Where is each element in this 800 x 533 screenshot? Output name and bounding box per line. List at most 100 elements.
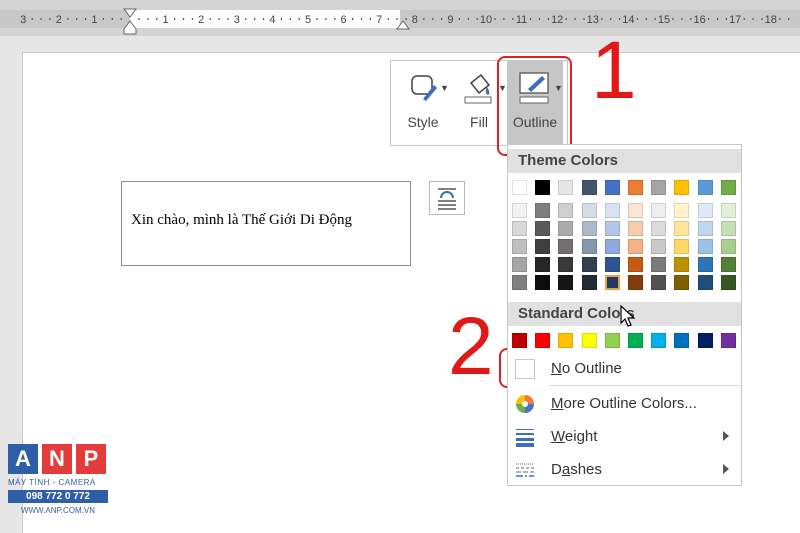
theme-color-swatch[interactable] <box>581 180 597 195</box>
logo-letter-n: N <box>42 444 72 474</box>
theme-color-shade-swatch[interactable] <box>512 257 527 272</box>
theme-color-shade-swatch[interactable] <box>581 275 597 290</box>
theme-color-shade-swatch[interactable] <box>558 239 574 254</box>
theme-color-shade-swatch[interactable] <box>720 239 736 254</box>
hanging-indent-marker[interactable] <box>123 20 137 35</box>
theme-color-shade-swatch[interactable] <box>512 239 527 254</box>
theme-color-shade-swatch[interactable] <box>604 275 620 290</box>
standard-color-swatch[interactable] <box>674 333 690 348</box>
standard-color-swatch[interactable] <box>651 333 667 348</box>
standard-color-swatch[interactable] <box>604 333 620 348</box>
more-outline-colors-item[interactable]: More Outline Colors... <box>508 389 741 419</box>
weight-label: Weight <box>551 428 598 445</box>
theme-color-shade-swatch[interactable] <box>628 257 643 272</box>
theme-color-shade-swatch[interactable] <box>558 257 574 272</box>
text-box[interactable]: Xin chào, mình là Thế Giới Di Động <box>121 181 411 266</box>
style-label: Style <box>407 114 439 130</box>
theme-color-shade-swatch[interactable] <box>720 257 736 272</box>
theme-color-shade-swatch[interactable] <box>535 275 551 290</box>
right-indent-marker[interactable] <box>396 20 410 30</box>
theme-color-swatch[interactable] <box>674 180 690 195</box>
theme-color-shade-swatch[interactable] <box>535 203 551 218</box>
theme-color-shade-swatch[interactable] <box>674 275 690 290</box>
style-caret-icon[interactable]: ▼ <box>440 83 449 93</box>
ruler-tick <box>263 18 265 20</box>
theme-color-shade-swatch[interactable] <box>651 257 667 272</box>
theme-color-swatch[interactable] <box>697 180 713 195</box>
theme-color-shade-swatch[interactable] <box>674 239 690 254</box>
theme-color-swatch[interactable] <box>558 180 574 195</box>
theme-color-shade-swatch[interactable] <box>604 203 620 218</box>
standard-color-swatch[interactable] <box>558 333 574 348</box>
ruler-tick <box>76 18 78 20</box>
style-button[interactable]: ▼ Style <box>395 61 451 145</box>
ruler-number: 15 <box>658 14 670 26</box>
theme-color-shade-swatch[interactable] <box>535 239 551 254</box>
theme-color-swatch[interactable] <box>512 180 527 195</box>
standard-color-swatch[interactable] <box>512 333 527 348</box>
ruler-number: 8 <box>412 14 418 26</box>
theme-color-swatch[interactable] <box>604 180 620 195</box>
ruler-tick <box>316 18 318 20</box>
theme-color-swatch[interactable] <box>720 180 736 195</box>
theme-color-shade-swatch[interactable] <box>720 221 736 236</box>
standard-color-swatch[interactable] <box>628 333 643 348</box>
theme-color-shade-swatch[interactable] <box>697 203 713 218</box>
theme-color-shade-swatch[interactable] <box>720 275 736 290</box>
theme-color-shade-swatch[interactable] <box>697 275 713 290</box>
ruler-number: 7 <box>376 14 382 26</box>
ruler-tick <box>512 18 514 20</box>
theme-color-shade-swatch[interactable] <box>651 221 667 236</box>
theme-color-shade-swatch[interactable] <box>651 203 667 218</box>
ruler-tick <box>49 18 51 20</box>
theme-color-shade-swatch[interactable] <box>674 203 690 218</box>
theme-color-swatch[interactable] <box>628 180 643 195</box>
theme-color-shade-swatch[interactable] <box>628 203 643 218</box>
theme-color-shade-swatch[interactable] <box>628 239 643 254</box>
theme-color-shade-swatch[interactable] <box>651 239 667 254</box>
theme-color-shade-swatch[interactable] <box>674 221 690 236</box>
theme-color-shade-swatch[interactable] <box>651 275 667 290</box>
theme-color-shade-swatch[interactable] <box>581 239 597 254</box>
theme-color-shade-swatch[interactable] <box>628 275 643 290</box>
theme-color-shade-swatch[interactable] <box>558 275 574 290</box>
theme-color-shade-swatch[interactable] <box>535 221 551 236</box>
theme-color-shade-swatch[interactable] <box>558 203 574 218</box>
theme-color-shade-swatch[interactable] <box>604 221 620 236</box>
no-outline-item[interactable]: No Outline <box>508 354 741 384</box>
theme-color-shade-swatch[interactable] <box>535 257 551 272</box>
style-icon <box>411 75 437 101</box>
theme-color-swatch[interactable] <box>651 180 667 195</box>
standard-color-swatch[interactable] <box>720 333 736 348</box>
theme-color-shade-swatch[interactable] <box>604 257 620 272</box>
ruler-tick <box>645 18 647 20</box>
theme-color-shade-swatch[interactable] <box>697 221 713 236</box>
standard-color-swatch[interactable] <box>581 333 597 348</box>
theme-color-shade-swatch[interactable] <box>581 203 597 218</box>
theme-color-shade-swatch[interactable] <box>512 275 527 290</box>
ruler-tick <box>325 18 327 20</box>
theme-color-shade-swatch[interactable] <box>697 257 713 272</box>
theme-color-shade-swatch[interactable] <box>674 257 690 272</box>
standard-color-swatch[interactable] <box>697 333 713 348</box>
theme-color-shade-swatch[interactable] <box>558 221 574 236</box>
theme-color-shade-swatch[interactable] <box>720 203 736 218</box>
theme-color-shade-swatch[interactable] <box>581 221 597 236</box>
theme-color-shade-swatch[interactable] <box>581 257 597 272</box>
theme-color-shade-swatch[interactable] <box>512 221 527 236</box>
theme-color-shade-swatch[interactable] <box>512 203 527 218</box>
layout-options-icon[interactable] <box>429 181 465 215</box>
theme-color-shade-swatch[interactable] <box>628 221 643 236</box>
theme-color-shade-swatch[interactable] <box>697 239 713 254</box>
theme-color-swatch[interactable] <box>535 180 551 195</box>
ruler-tick <box>494 18 496 20</box>
theme-color-shade-swatch[interactable] <box>604 239 620 254</box>
ruler-tick <box>120 18 122 20</box>
first-line-indent-marker[interactable] <box>123 8 137 18</box>
standard-color-swatch[interactable] <box>535 333 551 348</box>
weight-item[interactable]: Weight <box>508 422 741 452</box>
ruler-tick <box>547 18 549 20</box>
text-box-content[interactable]: Xin chào, mình là Thế Giới Di Động <box>131 212 352 229</box>
horizontal-ruler[interactable]: 3 2 1 1 2 3 4 5 6 7 8 9 10 11 12 13 14 15 16 17 18 <box>0 0 800 36</box>
dashes-item[interactable]: Dashes <box>508 455 741 485</box>
